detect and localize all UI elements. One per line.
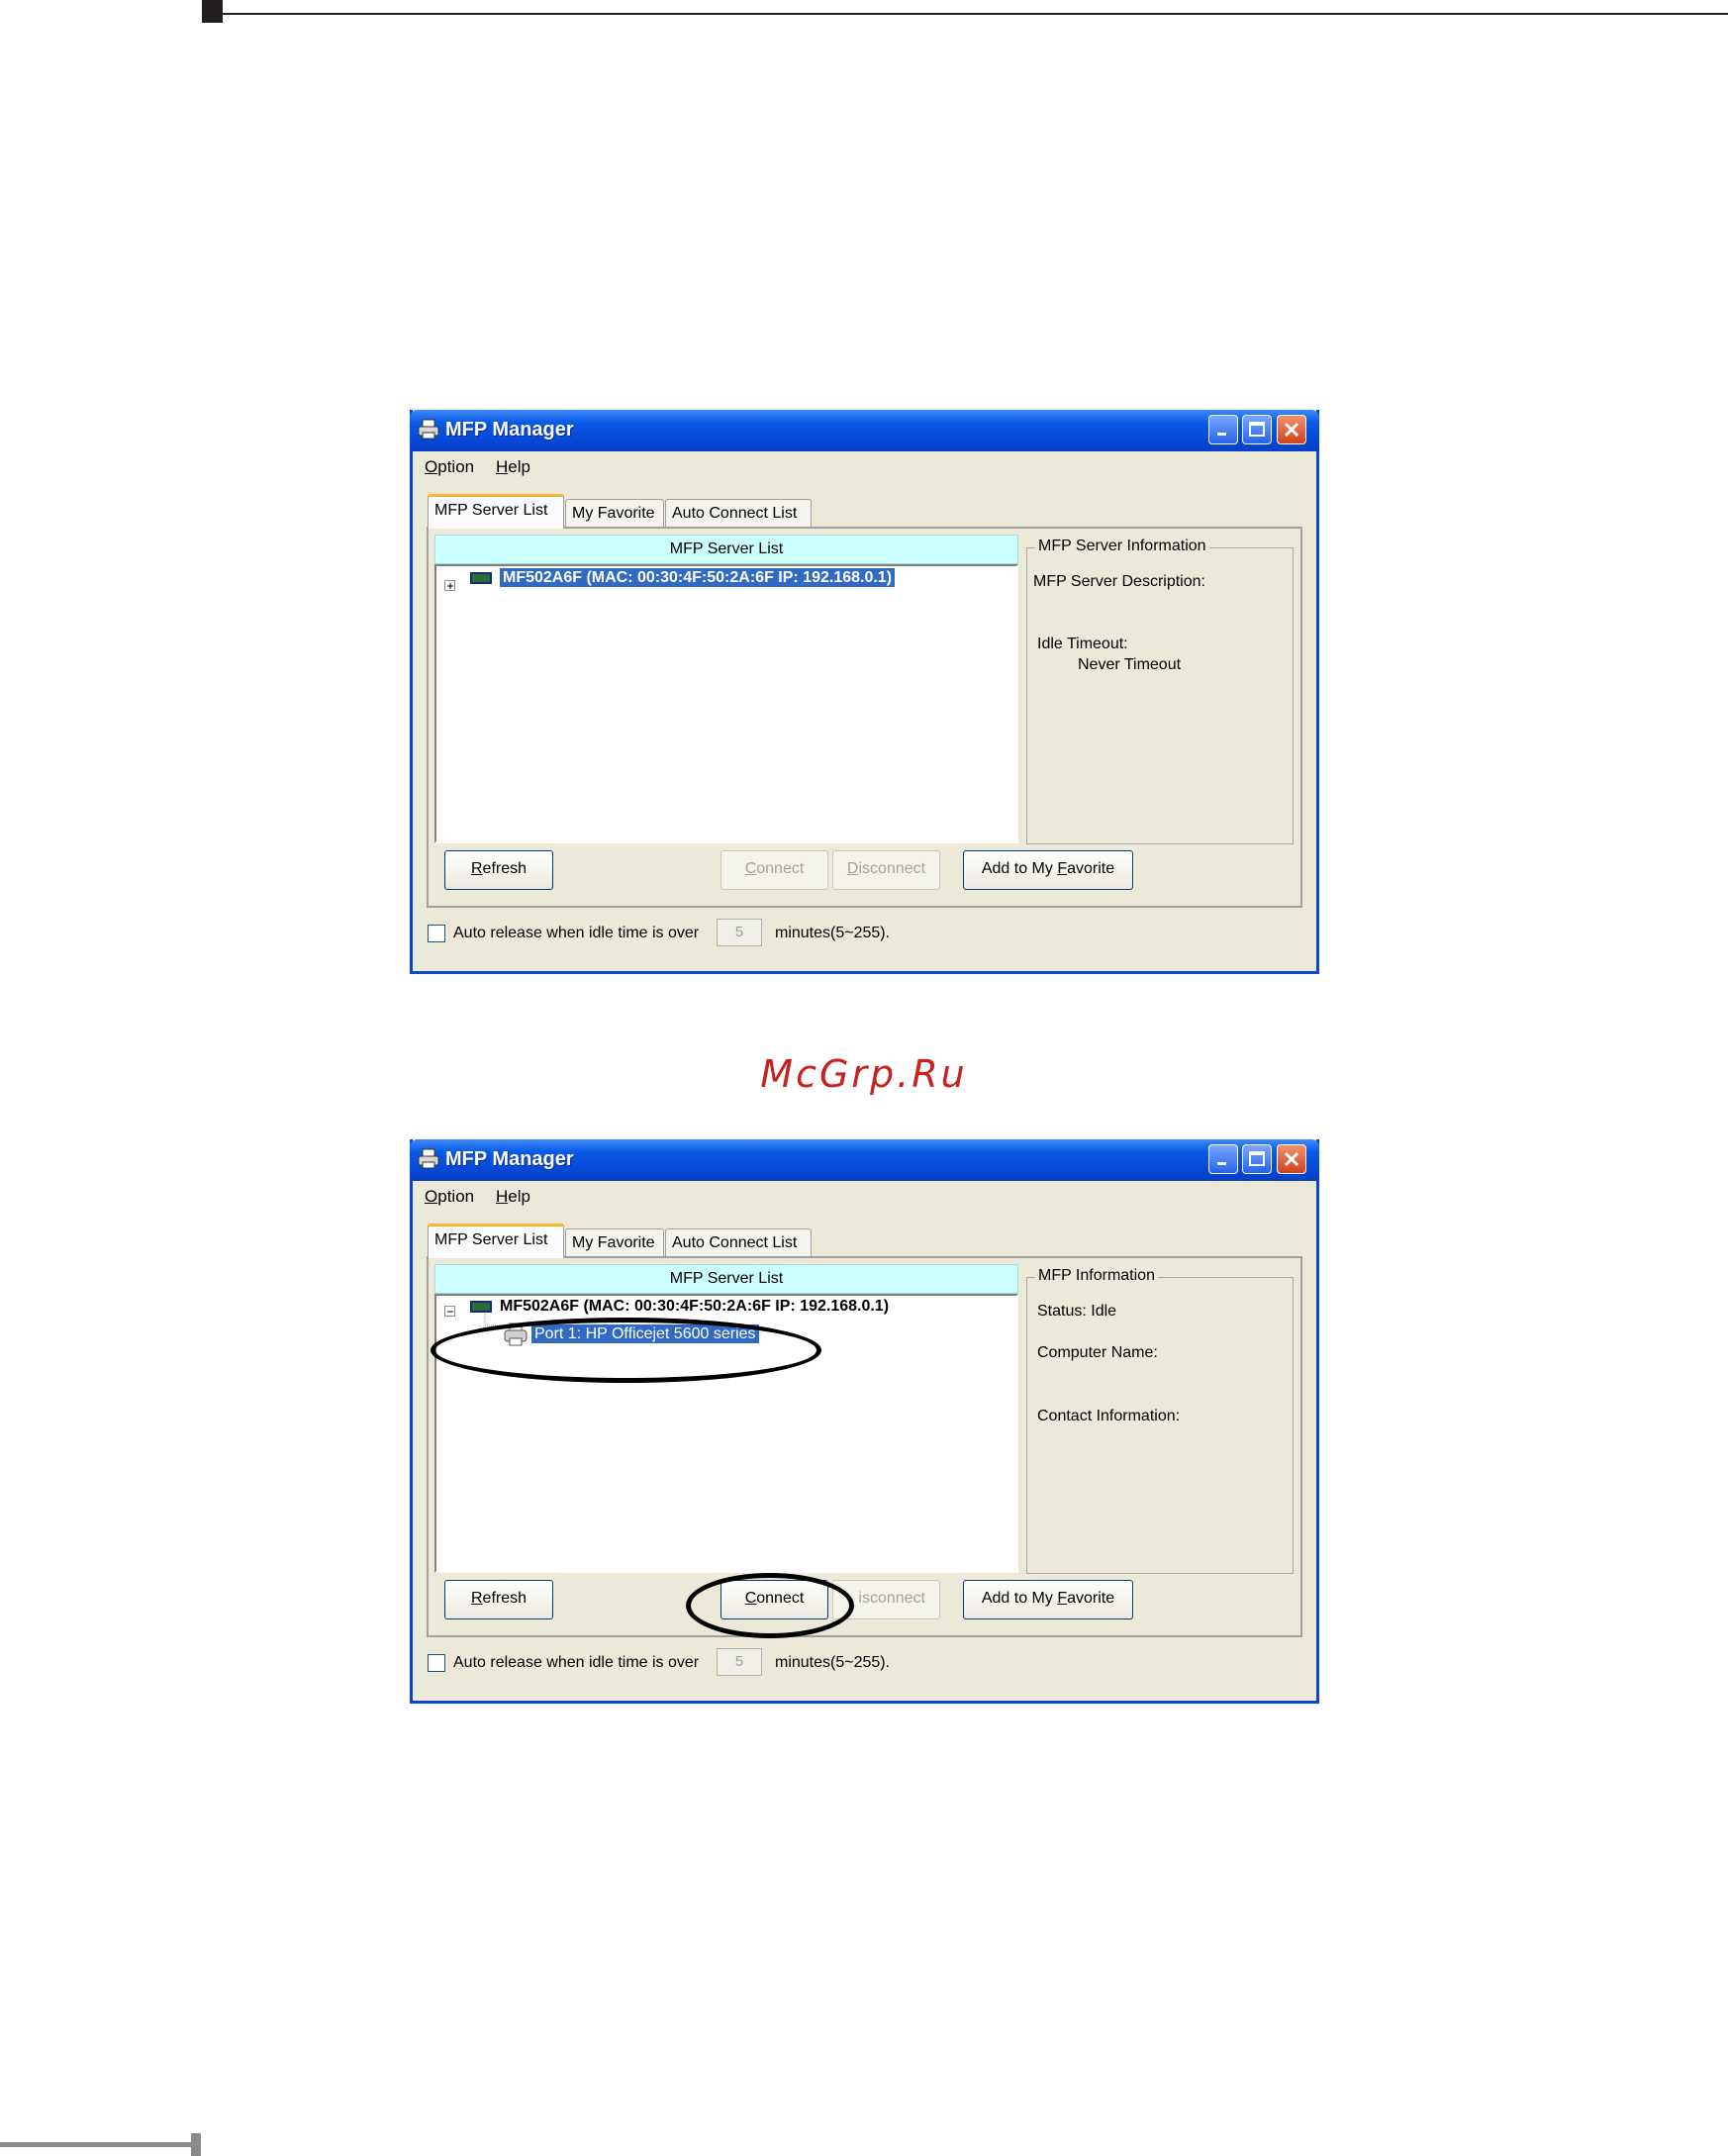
server-tree[interactable]: MF502A6F (MAC: 00:30:4F:50:2A:6F IP: 192…	[434, 1294, 1018, 1573]
menu-bar: Option Help	[413, 1181, 1316, 1211]
close-button[interactable]	[1277, 415, 1306, 444]
computer-name-label: Computer Name:	[1037, 1344, 1158, 1361]
minimize-button[interactable]	[1208, 1144, 1238, 1174]
minus-icon	[447, 1311, 453, 1313]
plus-icon	[447, 583, 453, 589]
mfp-info-group: MFP Information Status: Idle Computer Na…	[1026, 1267, 1294, 1574]
auto-release-label: Auto release when idle time is over	[453, 1654, 700, 1671]
page-corner-mark	[202, 0, 223, 23]
watermark: McGrp.Ru	[760, 1052, 968, 1096]
mfp-manager-window-1: MFP Manager Option Help MFP Server List …	[410, 410, 1319, 974]
close-icon	[1284, 1151, 1299, 1167]
maximize-icon	[1249, 422, 1265, 437]
tab-mfp-server-list[interactable]: MFP Server List	[428, 1224, 564, 1258]
mfp-manager-window-2: MFP Manager Option Help MFP Server List …	[410, 1139, 1319, 1704]
menu-help[interactable]: Help	[496, 1187, 530, 1207]
status-label: Status: Idle	[1037, 1303, 1117, 1320]
printer-icon	[418, 419, 439, 440]
server-description-label: MFP Server Description:	[1033, 573, 1205, 590]
auto-release-checkbox[interactable]	[428, 925, 445, 942]
list-header: MFP Server List	[434, 1264, 1018, 1294]
idle-minutes-input[interactable]: 5	[717, 919, 762, 946]
contact-information-label: Contact Information:	[1037, 1408, 1181, 1424]
window-title: MFP Manager	[445, 1148, 574, 1170]
connect-button[interactable]: Connect	[720, 850, 828, 890]
title-bar[interactable]: MFP Manager	[410, 410, 1319, 451]
add-to-favorite-button[interactable]: Add to My Favorite	[963, 850, 1133, 890]
tab-mfp-server-list[interactable]: MFP Server List	[428, 494, 564, 529]
menu-bar: Option Help	[413, 451, 1316, 481]
auto-release-label: Auto release when idle time is over	[453, 925, 700, 941]
server-item-label: MF502A6F (MAC: 00:30:4F:50:2A:6F IP: 192…	[500, 1298, 890, 1315]
auto-release-checkbox[interactable]	[428, 1654, 445, 1672]
page-bottom-rule	[0, 2142, 193, 2147]
menu-option[interactable]: Option	[425, 457, 474, 477]
maximize-button[interactable]	[1242, 415, 1272, 444]
refresh-button[interactable]: Refresh	[444, 1580, 553, 1619]
window-title: MFP Manager	[445, 419, 574, 441]
refresh-button[interactable]: Refresh	[444, 850, 553, 890]
printer-icon	[418, 1148, 439, 1169]
menu-option[interactable]: Option	[425, 1187, 474, 1207]
idle-timeout-value: Never Timeout	[1078, 656, 1182, 673]
page-top-rule	[216, 13, 1728, 15]
info-title: MFP Server Information	[1035, 538, 1209, 555]
disconnect-button[interactable]: Disconnect	[832, 850, 940, 890]
collapse-toggle[interactable]	[444, 1306, 455, 1317]
menu-help[interactable]: Help	[496, 457, 530, 477]
tree-connector-line	[484, 1314, 503, 1326]
minutes-range-label: minutes(5~255).	[775, 925, 891, 941]
close-button[interactable]	[1277, 1144, 1306, 1174]
server-icon	[470, 572, 492, 584]
server-tree[interactable]: MF502A6F (MAC: 00:30:4F:50:2A:6F IP: 192…	[434, 564, 1018, 843]
tab-auto-connect-list[interactable]: Auto Connect List	[665, 1228, 812, 1256]
idle-timeout-label: Idle Timeout:	[1037, 636, 1128, 652]
connect-button[interactable]: Connect	[720, 1580, 828, 1619]
server-info-group: MFP Server Information MFP Server Descri…	[1026, 538, 1294, 844]
tree-item-server[interactable]: MF502A6F (MAC: 00:30:4F:50:2A:6F IP: 192…	[500, 1298, 889, 1316]
expand-toggle[interactable]	[444, 580, 455, 591]
tree-item-port[interactable]: Port 1: HP Officejet 5600 series	[531, 1324, 759, 1343]
idle-minutes-input[interactable]: 5	[717, 1648, 762, 1676]
disconnect-button[interactable]: isconnect	[832, 1580, 940, 1619]
printer-icon	[504, 1323, 528, 1346]
tab-my-favorite[interactable]: My Favorite	[565, 499, 664, 527]
minimize-icon	[1217, 433, 1226, 436]
info-title: MFP Information	[1035, 1267, 1158, 1285]
tab-my-favorite[interactable]: My Favorite	[565, 1228, 664, 1256]
server-icon	[470, 1301, 492, 1313]
page-bottom-mark	[191, 2133, 201, 2156]
list-header: MFP Server List	[434, 535, 1018, 564]
tree-item-server[interactable]: MF502A6F (MAC: 00:30:4F:50:2A:6F IP: 192…	[500, 568, 896, 587]
tab-auto-connect-list[interactable]: Auto Connect List	[665, 499, 812, 527]
minutes-range-label: minutes(5~255).	[775, 1654, 891, 1671]
close-icon	[1284, 422, 1299, 438]
port-item-label: Port 1: HP Officejet 5600 series	[531, 1324, 759, 1343]
server-item-label: MF502A6F (MAC: 00:30:4F:50:2A:6F IP: 192…	[500, 568, 896, 587]
minimize-icon	[1217, 1162, 1226, 1165]
title-bar[interactable]: MFP Manager	[410, 1139, 1319, 1181]
add-to-favorite-button[interactable]: Add to My Favorite	[963, 1580, 1133, 1619]
maximize-icon	[1249, 1151, 1265, 1166]
maximize-button[interactable]	[1242, 1144, 1272, 1174]
minimize-button[interactable]	[1208, 415, 1238, 444]
